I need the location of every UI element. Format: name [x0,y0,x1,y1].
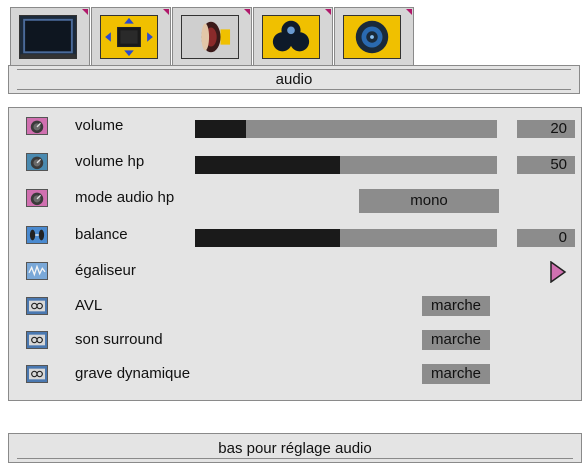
balance-value: 0 [517,229,575,247]
menu-item-volume-hp[interactable]: volume hp 50 [9,148,581,178]
slider-fill [195,229,340,247]
item-label: volume [75,117,124,134]
balance-icon [26,226,48,244]
tab-marker [325,9,331,15]
audio-settings-panel: volume 20 volume hp 50 mode audio hp mon… [8,107,582,401]
item-label: balance [75,226,128,243]
tab-setup[interactable] [334,7,414,65]
speaker-icon [181,15,239,59]
help-hint-bar: bas pour réglage audio [8,433,582,463]
tab-picture[interactable] [10,7,90,65]
tv-screen-icon [19,15,77,59]
tab-marker [244,9,250,15]
divider [17,458,573,459]
tab-marker [163,9,169,15]
menu-item-egaliseur[interactable]: égaliseur [9,257,581,287]
volume-hp-slider[interactable] [195,156,497,174]
son-surround-toggle[interactable]: marche [422,330,490,350]
dolby-icon [26,365,48,383]
mode-audio-hp-select[interactable]: mono [359,189,499,213]
item-label: mode audio hp [75,189,175,206]
chevron-right-icon[interactable] [549,261,567,283]
avl-toggle[interactable]: marche [422,296,490,316]
tab-audio[interactable] [172,7,252,65]
divider [17,89,571,90]
tab-marker [406,9,412,15]
tab-marker [82,9,88,15]
menu-title: audio [275,71,313,88]
grave-dynamique-toggle[interactable]: marche [422,364,490,384]
volume-hp-value: 50 [517,156,575,174]
divider [17,69,571,70]
menu-item-mode-audio-hp[interactable]: mode audio hp mono [9,184,581,214]
volume-value: 20 [517,120,575,138]
menu-title-bar: audio [8,65,580,94]
item-label: AVL [75,297,103,314]
dolby-icon [26,331,48,349]
volume-slider[interactable] [195,120,497,138]
tab-picture-adjust[interactable] [91,7,171,65]
dolby-icon [26,297,48,315]
help-hint-text: bas pour réglage audio [218,440,372,457]
menu-item-volume[interactable]: volume 20 [9,112,581,142]
menu-item-balance[interactable]: balance 0 [9,221,581,251]
balance-slider[interactable] [195,229,497,247]
menu-item-son-surround[interactable]: son surround marche [9,326,581,356]
item-label: volume hp [75,153,145,170]
features-icon [262,15,320,59]
volume-dial-icon [26,153,48,171]
equalizer-icon [26,262,48,280]
item-label: grave dynamique [75,365,191,382]
setup-icon [343,15,401,59]
menu-tab-bar [10,7,416,65]
slider-fill [195,156,340,174]
volume-dial-icon [26,117,48,135]
volume-dial-icon [26,189,48,207]
tab-features[interactable] [253,7,333,65]
item-label: égaliseur [75,262,136,279]
menu-item-grave-dynamique[interactable]: grave dynamique marche [9,360,581,390]
slider-fill [195,120,247,138]
picture-adjust-icon [100,15,158,59]
menu-item-avl[interactable]: AVL marche [9,292,581,322]
item-label: son surround [75,331,163,348]
